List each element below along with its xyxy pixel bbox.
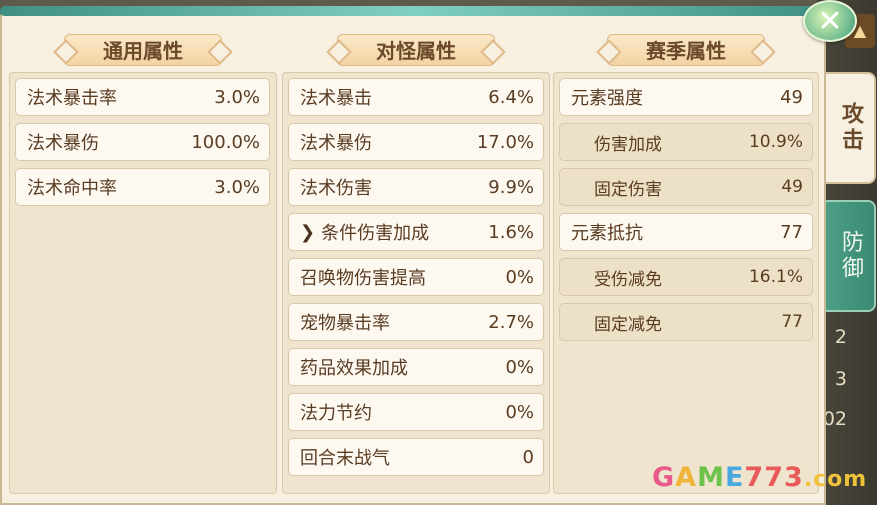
sub-attribute-row: 伤害加成 10.9% [559, 123, 813, 161]
watermark-domain: .com [803, 467, 868, 492]
tab-attack[interactable]: 攻击 [826, 72, 876, 184]
column-title-vs-monster: 对怪属性 [282, 32, 550, 68]
attribute-label: 法术伤害 [300, 178, 372, 199]
attribute-value: 3.0% [214, 86, 260, 108]
background-number: 02 [822, 408, 847, 430]
close-button[interactable]: ✕ [803, 0, 857, 42]
watermark-number: 773 [744, 462, 804, 493]
attribute-value: 9.9% [488, 176, 534, 198]
background-number: 2 [834, 326, 847, 348]
attribute-value: 10.9% [748, 132, 803, 152]
attribute-value: 49 [781, 177, 803, 197]
watermark-letter: E [724, 462, 745, 493]
attribute-row: 法术暴击率 3.0% [15, 78, 270, 116]
attribute-value: 6.4% [488, 86, 534, 108]
attribute-label: 法术暴击 [300, 88, 372, 109]
attribute-value: 16.1% [748, 267, 803, 287]
sub-attribute-row: 受伤减免 16.1% [559, 258, 813, 296]
attribute-row: 法术暴击 6.4% [288, 78, 544, 116]
watermark-letter: M [697, 462, 725, 493]
attribute-row: 宠物暴击率 2.7% [288, 303, 544, 341]
attribute-label-group: ❯ 条件伤害加成 [300, 219, 429, 245]
column-title-season: 赛季属性 [553, 32, 819, 68]
attribute-value: 0 [522, 446, 534, 468]
sub-attribute-row: 固定减免 77 [559, 303, 813, 341]
attribute-label: 元素抵抗 [571, 223, 643, 244]
attribute-value: 2.7% [488, 311, 534, 333]
attribute-value: 0% [505, 266, 534, 288]
attribute-label: 法术暴伤 [300, 133, 372, 154]
attribute-label: 法术命中率 [27, 178, 117, 199]
attribute-row: 回合末战气 0 [288, 438, 544, 476]
attribute-value: 49 [780, 86, 803, 108]
title-plate: 赛季属性 [607, 34, 765, 66]
attribute-label: 药品效果加成 [300, 358, 408, 379]
attribute-value: 100.0% [191, 131, 260, 153]
attribute-label: 召唤物伤害提高 [300, 268, 426, 289]
watermark-letter: G [652, 462, 676, 493]
attribute-value: 0% [505, 356, 534, 378]
attribute-value: 1.6% [488, 221, 534, 243]
attribute-label: 元素强度 [571, 88, 643, 109]
column-title-general: 通用属性 [9, 32, 277, 68]
tab-defense[interactable]: 防御 [826, 200, 876, 312]
attribute-value: 3.0% [214, 176, 260, 198]
chevron-right-icon: ❯ [300, 221, 316, 243]
watermark-letter: A [675, 462, 698, 493]
attribute-row: 法术暴伤 100.0% [15, 123, 270, 161]
attribute-row: 元素强度 49 [559, 78, 813, 116]
attribute-label: 固定减免 [594, 314, 662, 335]
sub-attribute-row: 固定伤害 49 [559, 168, 813, 206]
title-plate: 对怪属性 [337, 34, 495, 66]
attribute-label: 法术暴击率 [27, 88, 117, 109]
attribute-row: 法力节约 0% [288, 393, 544, 431]
attribute-row: 元素抵抗 77 [559, 213, 813, 251]
attribute-row: 召唤物伤害提高 0% [288, 258, 544, 296]
attribute-label: 伤害加成 [594, 134, 662, 155]
attribute-row: 法术伤害 9.9% [288, 168, 544, 206]
attribute-label: 法力节约 [300, 403, 372, 424]
attribute-label: 宠物暴击率 [300, 313, 390, 334]
title-plate: 通用属性 [64, 34, 222, 66]
attribute-label: 受伤减免 [594, 269, 662, 290]
close-icon: ✕ [817, 3, 843, 39]
background-number: 3 [834, 368, 847, 390]
attribute-value: 77 [780, 221, 803, 243]
expandable-attribute-row[interactable]: ❯ 条件伤害加成 1.6% [288, 213, 544, 251]
attribute-label: 条件伤害加成 [321, 223, 430, 244]
attribute-value: 0% [505, 401, 534, 423]
site-watermark: GAME773.com [652, 462, 867, 493]
attribute-row: 法术暴伤 17.0% [288, 123, 544, 161]
panel-top-border [0, 6, 826, 16]
attribute-label: 法术暴伤 [27, 133, 99, 154]
attribute-label: 回合末战气 [300, 448, 390, 469]
attribute-label: 固定伤害 [594, 179, 662, 200]
attribute-row: 法术命中率 3.0% [15, 168, 270, 206]
attribute-row: 药品效果加成 0% [288, 348, 544, 386]
attribute-value: 77 [781, 312, 803, 332]
attribute-value: 17.0% [476, 131, 534, 153]
